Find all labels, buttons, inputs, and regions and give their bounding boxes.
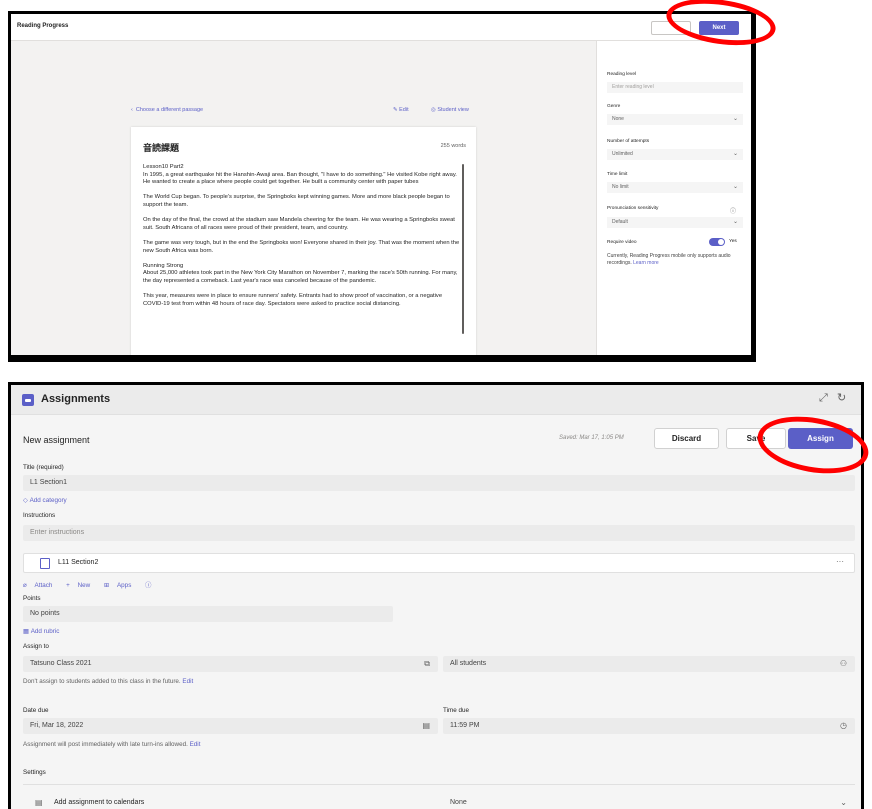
attach-button[interactable]: ⌀ Attach [23,582,58,589]
refresh-icon[interactable]: ↻ [837,391,846,404]
clock-icon: ◷ [840,721,847,730]
add-category-link[interactable]: ◇ Add category [23,497,67,504]
title-input[interactable]: L1 Section1 [23,475,855,491]
paragraph: The World Cup began. To people's surpris… [143,194,450,208]
calendar-setting-label: Add assignment to calendars [54,799,145,806]
saved-status: Saved: Mar 17, 1:05 PM [559,435,624,441]
assign-to-label: Assign to [23,643,49,650]
page-title: New assignment [23,435,90,445]
chevron-down-icon: ⌄ [840,798,847,807]
assignments-screenshot: Assignments ⤢ ↻ New assignment Saved: Ma… [8,382,864,809]
reading-progress-icon [40,558,50,569]
apps-icon: ⊞ [103,582,111,589]
date-due-label: Date due [23,707,49,714]
mobile-note: Currently, Reading Progress mobile only … [607,253,731,266]
discard-button[interactable]: Discard [654,428,719,449]
paragraph: Lesson10 Part2 In 1995, a great earthqua… [143,164,457,186]
instructions-input[interactable]: Enter instructions [23,525,855,541]
time-due-label: Time due [443,707,470,714]
attachment-card[interactable]: L11 Section2 ··· [23,553,855,573]
attachment-name: L11 Section2 [58,559,99,566]
pronunciation-label: Pronunciation sensitivity ⓘ [607,206,736,215]
word-count: 255 words [440,143,466,149]
post-hint: Assignment will post immediately with la… [23,741,201,748]
instructions-label: Instructions [23,512,56,519]
learn-more-link[interactable]: Learn more [633,260,659,266]
time-limit-label: Time limit [607,172,628,177]
reading-level-input[interactable]: Enter reading level [607,82,743,93]
more-options-icon[interactable]: ··· [836,557,844,566]
passage-card: 音読課題 255 words Lesson10 Part2 In 1995, a… [131,127,476,355]
time-limit-dropdown[interactable]: No limit ⌄ [607,182,743,193]
title-label: Title (required) [23,464,64,471]
paragraph: Running Strong About 25,000 athletes too… [143,262,458,284]
paragraph: The game was very tough, but in the end … [143,239,460,254]
passage-text: Lesson10 Part2 In 1995, a great earthqua… [143,164,463,316]
reading-progress-screenshot: Reading Progress Next ‹ Choose a differe… [8,11,756,362]
assign-future-hint: Don't assign to students added to this c… [23,678,194,685]
passage-toolbar: ‹ Choose a different passage ✎ Edit ◎ St… [131,107,476,119]
require-video-toggle[interactable] [709,238,725,246]
pronunciation-dropdown[interactable]: Default ⌄ [607,217,743,228]
settings-panel: Reading level Enter reading level Genre … [596,41,751,355]
edit-link[interactable]: Edit [190,741,201,748]
time-due-picker[interactable]: 11:59 PM ◷ [443,718,855,734]
paragraph: This year, measures were in place to ens… [143,293,443,307]
attempts-dropdown[interactable]: Unlimited ⌄ [607,149,743,160]
class-selector[interactable]: Tatsuno Class 2021 ⧉ [23,656,438,672]
copy-icon: ⧉ [424,659,430,668]
require-video-label: Require video [607,240,637,245]
calendar-icon: ▤ [422,721,430,730]
attempts-label: Number of attempts [607,139,650,144]
points-label: Points [23,595,41,602]
toggle-knob [718,239,724,245]
chevron-down-icon: ⌄ [732,219,738,225]
edit-link[interactable]: Edit [182,678,193,685]
student-view-link[interactable]: ◎ Student view [431,107,469,113]
top-bar: Reading Progress Next [11,14,751,41]
expand-icon[interactable]: ⤢ [819,392,828,405]
people-settings-icon: ⚇ [839,659,847,668]
genre-label: Genre [607,104,621,109]
settings-label: Settings [23,769,46,776]
divider [23,784,855,785]
add-rubric-link[interactable]: ▦ Add rubric [23,628,59,635]
reading-progress-window: Reading Progress Next ‹ Choose a differe… [11,14,751,355]
chevron-down-icon: ⌄ [732,116,738,122]
info-icon[interactable]: ⓘ [145,582,151,589]
points-input[interactable]: No points [23,606,393,622]
scrollbar[interactable] [462,164,464,334]
choose-passage-link[interactable]: ‹ Choose a different passage [131,107,203,113]
chevron-down-icon: ⌄ [732,184,738,190]
calendar-dropdown[interactable]: None ⌄ [443,795,855,809]
assignments-window: Assignments ⤢ ↻ New assignment Saved: Ma… [11,385,861,809]
chevron-down-icon: ⌄ [732,151,738,157]
genre-dropdown[interactable]: None ⌄ [607,114,743,125]
edit-link[interactable]: ✎ Edit [393,107,409,113]
toggle-state: Yes [729,239,737,244]
passage-title: 音読課題 [143,143,180,153]
app-header: Assignments ⤢ ↻ [11,385,861,415]
info-icon[interactable]: ⓘ [730,206,736,215]
date-due-picker[interactable]: Fri, Mar 18, 2022 ▤ [23,718,438,734]
new-button[interactable]: + New [66,582,96,589]
app-title: Reading Progress [17,23,69,29]
students-selector[interactable]: All students ⚇ [443,656,855,672]
plus-icon: + [66,582,72,589]
rubric-icon: ▦ [23,628,31,635]
paragraph: On the day of the final, the crowd at th… [143,217,455,231]
paperclip-icon: ⌀ [23,582,29,589]
assignments-app-icon [22,394,34,406]
reading-level-label: Reading level [607,72,637,77]
tag-icon: ◇ [23,497,30,504]
attach-toolbar: ⌀ Attach + New ⊞ Apps ⓘ [23,580,157,589]
apps-button[interactable]: ⊞ Apps [104,582,137,589]
calendar-icon: ▤ [35,798,43,807]
app-title: Assignments [41,393,111,405]
